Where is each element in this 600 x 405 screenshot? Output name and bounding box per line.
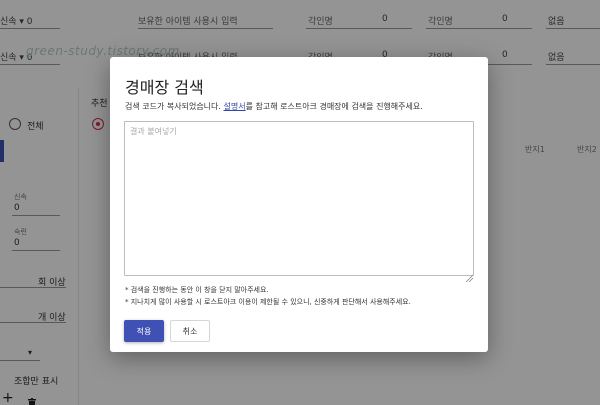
- desc-before: 검색 코드가 복사되었습니다.: [125, 102, 224, 111]
- cancel-button[interactable]: 취소: [170, 320, 210, 342]
- auction-search-dialog: 경매장 검색 검색 코드가 복사되었습니다. 설명서를 참고해 로스트아크 경매…: [110, 57, 488, 352]
- manual-link[interactable]: 설명서: [224, 102, 246, 111]
- resize-handle-icon[interactable]: [465, 267, 474, 283]
- apply-button[interactable]: 적용: [124, 320, 164, 342]
- dialog-title: 경매장 검색: [125, 78, 204, 97]
- desc-after: 를 참고해 로스트아크 경매장에 검색을 진행해주세요.: [245, 102, 423, 111]
- result-paste-textarea[interactable]: [124, 121, 474, 276]
- dialog-note: * 검색을 진행하는 동안 이 창을 닫지 말아주세요.: [125, 286, 269, 294]
- dialog-description: 검색 코드가 복사되었습니다. 설명서를 참고해 로스트아크 경매장에 검색을 …: [125, 101, 423, 112]
- dialog-note: * 지나치게 많이 사용할 시 로스트아크 이용이 제한될 수 있으니, 신중하…: [125, 298, 411, 306]
